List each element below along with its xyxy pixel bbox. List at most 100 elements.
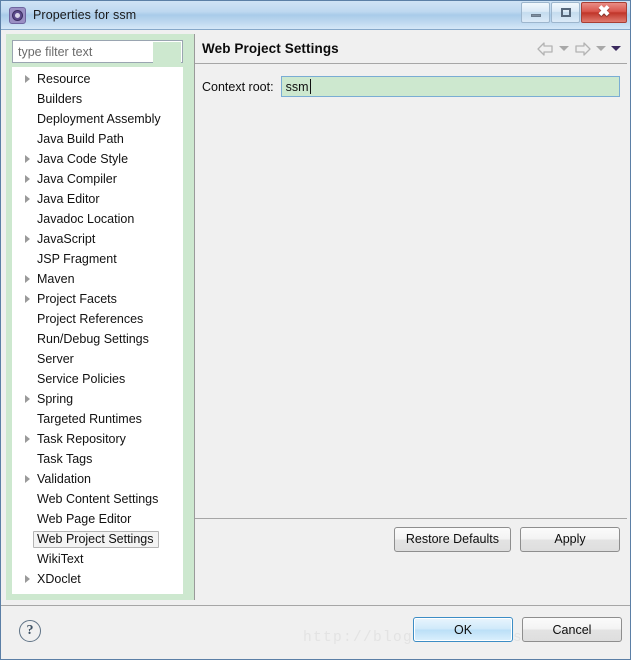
forward-arrow-icon[interactable] [574, 41, 591, 56]
forward-history-dropdown-icon[interactable] [596, 46, 606, 51]
tree-item-xdoclet[interactable]: XDoclet [12, 569, 183, 589]
context-root-input[interactable] [280, 76, 620, 97]
context-root-label: Context root: [202, 79, 274, 94]
expand-arrow-icon[interactable] [20, 75, 34, 83]
expand-arrow-icon[interactable] [20, 155, 34, 163]
expand-arrow-icon[interactable] [20, 175, 34, 183]
tree-item-label: Run/Debug Settings [37, 332, 149, 346]
tree-item-label: Javadoc Location [37, 212, 135, 226]
context-root-input-wrap [280, 76, 620, 97]
page-header: Web Project Settings [195, 34, 627, 64]
tree-item-deployment-assembly[interactable]: Deployment Assembly [12, 109, 183, 129]
apply-button[interactable]: Apply [520, 526, 620, 552]
ok-button[interactable]: OK [413, 617, 513, 642]
restore-defaults-button[interactable]: Restore Defaults [393, 526, 511, 552]
cancel-button[interactable]: Cancel [522, 617, 622, 642]
tree-item-label: JSP Fragment [37, 252, 117, 266]
expand-arrow-icon[interactable] [20, 235, 34, 243]
tree-item-spring[interactable]: Spring [12, 389, 183, 409]
settings-page-pane: Web Project Settings Context root: ssm R… [195, 34, 627, 600]
tree-item-label: Resource [37, 72, 91, 86]
tree-item-label: JavaScript [37, 232, 96, 246]
tree-item-java-compiler[interactable]: Java Compiler [12, 169, 183, 189]
expand-arrow-icon[interactable] [20, 275, 34, 283]
title-bar: Properties for ssm ✖ [1, 1, 630, 30]
maximize-icon [560, 8, 571, 17]
page-nav-tools [537, 34, 621, 63]
tree-item-label: Project Facets [37, 292, 117, 306]
tree-item-project-facets[interactable]: Project Facets [12, 289, 183, 309]
view-menu-dropdown-icon[interactable] [611, 46, 621, 51]
expand-arrow-icon[interactable] [20, 195, 34, 203]
tree-item-jsp-fragment[interactable]: JSP Fragment [12, 249, 183, 269]
tree-item-label: Web Page Editor [37, 512, 132, 526]
minimize-icon [530, 14, 541, 17]
settings-tree[interactable]: Resource Builders Deployment Assembly Java … [12, 67, 183, 594]
tree-item-java-editor[interactable]: Java Editor [12, 189, 183, 209]
tree-item-run-debug-settings[interactable]: Run/Debug Settings [12, 329, 183, 349]
properties-dialog: Properties for ssm ✖ Resource Builders Dep… [0, 0, 631, 660]
context-root-row: Context root: [202, 76, 620, 97]
tree-item-label: Server [37, 352, 74, 366]
expand-arrow-icon[interactable] [20, 475, 34, 483]
page-title: Web Project Settings [202, 41, 339, 56]
minimize-button[interactable] [521, 2, 550, 23]
tree-item-task-repository[interactable]: Task Repository [12, 429, 183, 449]
page-form-area: Context root: Restore Defaults Apply [195, 64, 627, 559]
tree-item-resource[interactable]: Resource [12, 69, 183, 89]
tree-item-label: Targeted Runtimes [37, 412, 142, 426]
filter-box[interactable] [12, 40, 183, 63]
settings-tree-pane: Resource Builders Deployment Assembly Java … [6, 34, 189, 600]
tree-item-label: Validation [37, 472, 91, 486]
tree-item-label: Web Content Settings [37, 492, 159, 506]
close-button[interactable]: ✖ [581, 2, 627, 23]
tree-item-label: Java Build Path [37, 132, 124, 146]
close-icon: ✖ [597, 4, 611, 20]
tree-item-javascript[interactable]: JavaScript [12, 229, 183, 249]
footer-buttons: OK Cancel [413, 617, 622, 642]
tree-item-web-project-settings[interactable]: Web Project Settings [12, 529, 183, 549]
dialog-body: Resource Builders Deployment Assembly Java … [1, 30, 630, 605]
tree-item-project-references[interactable]: Project References [12, 309, 183, 329]
tree-item-wikitext[interactable]: WikiText [12, 549, 183, 569]
tree-item-builders[interactable]: Builders [12, 89, 183, 109]
back-arrow-icon[interactable] [537, 41, 554, 56]
window-title: Properties for ssm [33, 8, 137, 22]
search-input[interactable] [13, 41, 153, 62]
tree-item-label: Project References [37, 312, 144, 326]
tree-item-task-tags[interactable]: Task Tags [12, 449, 183, 469]
tree-item-label: Maven [37, 272, 75, 286]
window-controls: ✖ [520, 2, 627, 23]
tree-item-web-page-editor[interactable]: Web Page Editor [12, 509, 183, 529]
tree-item-label: Service Policies [37, 372, 126, 386]
tree-item-targeted-runtimes[interactable]: Targeted Runtimes [12, 409, 183, 429]
tree-item-web-content-settings[interactable]: Web Content Settings [12, 489, 183, 509]
tree-item-javadoc-location[interactable]: Javadoc Location [12, 209, 183, 229]
filter-box-tail [153, 42, 181, 63]
tree-item-label: Java Code Style [37, 152, 129, 166]
maximize-button[interactable] [551, 2, 580, 23]
tree-item-java-code-style[interactable]: Java Code Style [12, 149, 183, 169]
tree-item-label: Task Tags [37, 452, 93, 466]
tree-item-label: Spring [37, 392, 74, 406]
expand-arrow-icon[interactable] [20, 435, 34, 443]
help-icon[interactable]: ? [19, 620, 41, 642]
gear-icon [9, 6, 26, 24]
tree-item-service-policies[interactable]: Service Policies [12, 369, 183, 389]
tree-item-label: Java Editor [37, 192, 100, 206]
tree-item-label: WikiText [37, 552, 84, 566]
expand-arrow-icon[interactable] [20, 295, 34, 303]
tree-item-label: Web Project Settings [33, 530, 159, 548]
tree-item-label: Task Repository [37, 432, 126, 446]
tree-item-java-build-path[interactable]: Java Build Path [12, 129, 183, 149]
apply-bar: Restore Defaults Apply [195, 518, 627, 559]
expand-arrow-icon[interactable] [20, 575, 34, 583]
text-cursor [309, 79, 311, 94]
tree-item-maven[interactable]: Maven [12, 269, 183, 289]
tree-item-validation[interactable]: Validation [12, 469, 183, 489]
tree-item-server[interactable]: Server [12, 349, 183, 369]
back-history-dropdown-icon[interactable] [559, 46, 569, 51]
tree-item-label: Java Compiler [37, 172, 117, 186]
expand-arrow-icon[interactable] [20, 395, 34, 403]
tree-item-label: Deployment Assembly [37, 112, 161, 126]
